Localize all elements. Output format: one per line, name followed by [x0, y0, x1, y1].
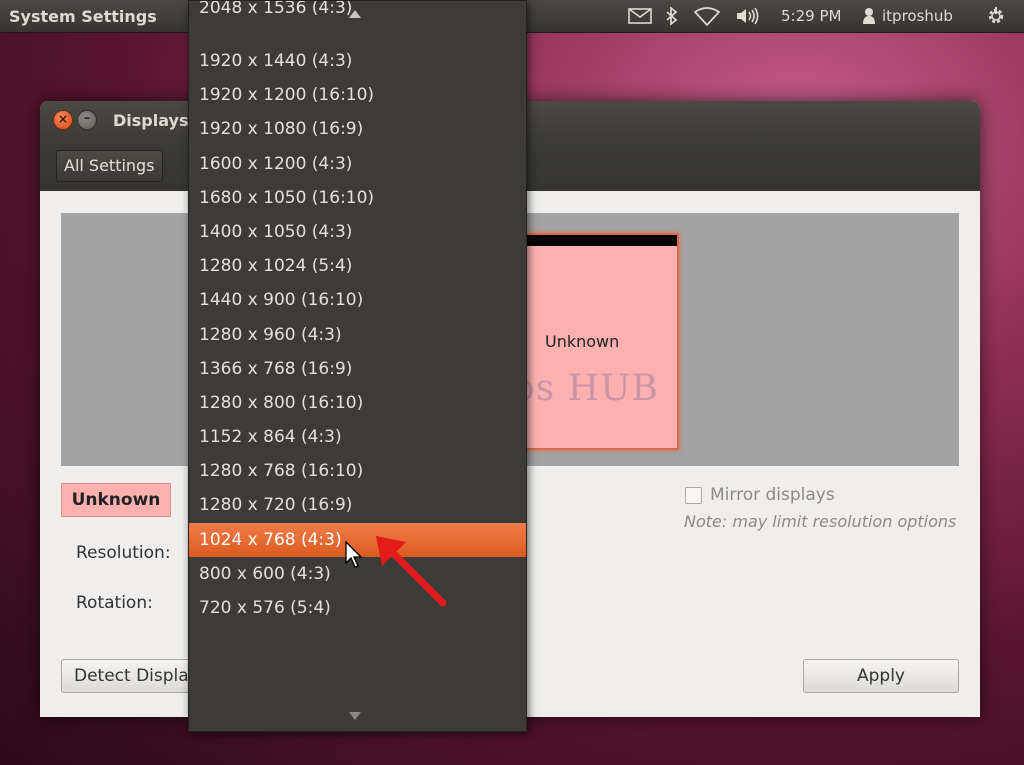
mirror-displays-row[interactable]: Mirror displays	[685, 485, 835, 505]
all-settings-button[interactable]: All Settings	[56, 150, 163, 182]
menu-item[interactable]: 1600 x 1200 (4:3)	[189, 147, 526, 181]
menu-item[interactable]: 1920 x 1440 (4:3)	[189, 44, 526, 78]
menu-item[interactable]: 1280 x 1024 (5:4)	[189, 249, 526, 283]
app-title[interactable]: System Settings	[9, 7, 157, 26]
resolution-dropdown-menu: 2048 x 1536 (4:3) 1920 x 1440 (4:3) 1920 …	[188, 0, 527, 732]
resolution-label: Resolution:	[76, 543, 171, 563]
volume-icon[interactable]	[735, 6, 761, 26]
apply-button[interactable]: Apply	[803, 659, 959, 693]
menu-item[interactable]: 1280 x 768 (16:10)	[189, 454, 526, 488]
scroll-up-icon[interactable]	[349, 10, 361, 18]
user-menu[interactable]: itproshub	[862, 6, 953, 26]
mouse-cursor-icon	[345, 541, 363, 568]
clock[interactable]: 5:29 PM	[781, 6, 841, 26]
menu-item[interactable]: 1680 x 1050 (16:10)	[189, 181, 526, 215]
mirror-note: Note: may limit resolution options	[684, 512, 957, 531]
menu-item[interactable]: 1280 x 960 (4:3)	[189, 318, 526, 352]
resolution-menu-list: 1920 x 1440 (4:3) 1920 x 1200 (16:10) 1920…	[189, 44, 526, 625]
close-button[interactable]: ×	[53, 110, 73, 130]
mirror-displays-checkbox[interactable]	[685, 486, 702, 504]
menu-item[interactable]: 1280 x 800 (16:10)	[189, 386, 526, 420]
user-name: itproshub	[882, 7, 953, 25]
mail-icon[interactable]	[628, 6, 652, 26]
mirror-displays-label[interactable]: Mirror displays	[710, 485, 835, 505]
rotation-label: Rotation:	[76, 593, 153, 613]
menu-item[interactable]: 1920 x 1200 (16:10)	[189, 78, 526, 112]
red-pointer-arrow	[376, 536, 447, 607]
menu-item[interactable]: 1152 x 864 (4:3)	[189, 420, 526, 454]
monitor-preview-label: Unknown	[545, 332, 620, 351]
menu-item[interactable]: 1280 x 720 (16:9)	[189, 488, 526, 522]
user-icon	[863, 8, 875, 24]
menu-item[interactable]: 1440 x 900 (16:10)	[189, 283, 526, 317]
menu-item[interactable]: 1400 x 1050 (4:3)	[189, 215, 526, 249]
menu-item[interactable]: 1920 x 1080 (16:9)	[189, 112, 526, 146]
wifi-icon[interactable]	[694, 6, 720, 26]
menu-item[interactable]: 720 x 576 (5:4)	[189, 591, 526, 625]
minimize-button[interactable]: –	[77, 110, 97, 130]
window-title: Displays	[113, 111, 189, 130]
power-gear-icon[interactable]	[985, 6, 1007, 26]
bluetooth-icon[interactable]	[665, 6, 679, 26]
menu-item[interactable]: 1366 x 768 (16:9)	[189, 352, 526, 386]
scroll-down-icon[interactable]	[349, 712, 361, 720]
monitor-name-badge: Unknown	[61, 483, 171, 517]
